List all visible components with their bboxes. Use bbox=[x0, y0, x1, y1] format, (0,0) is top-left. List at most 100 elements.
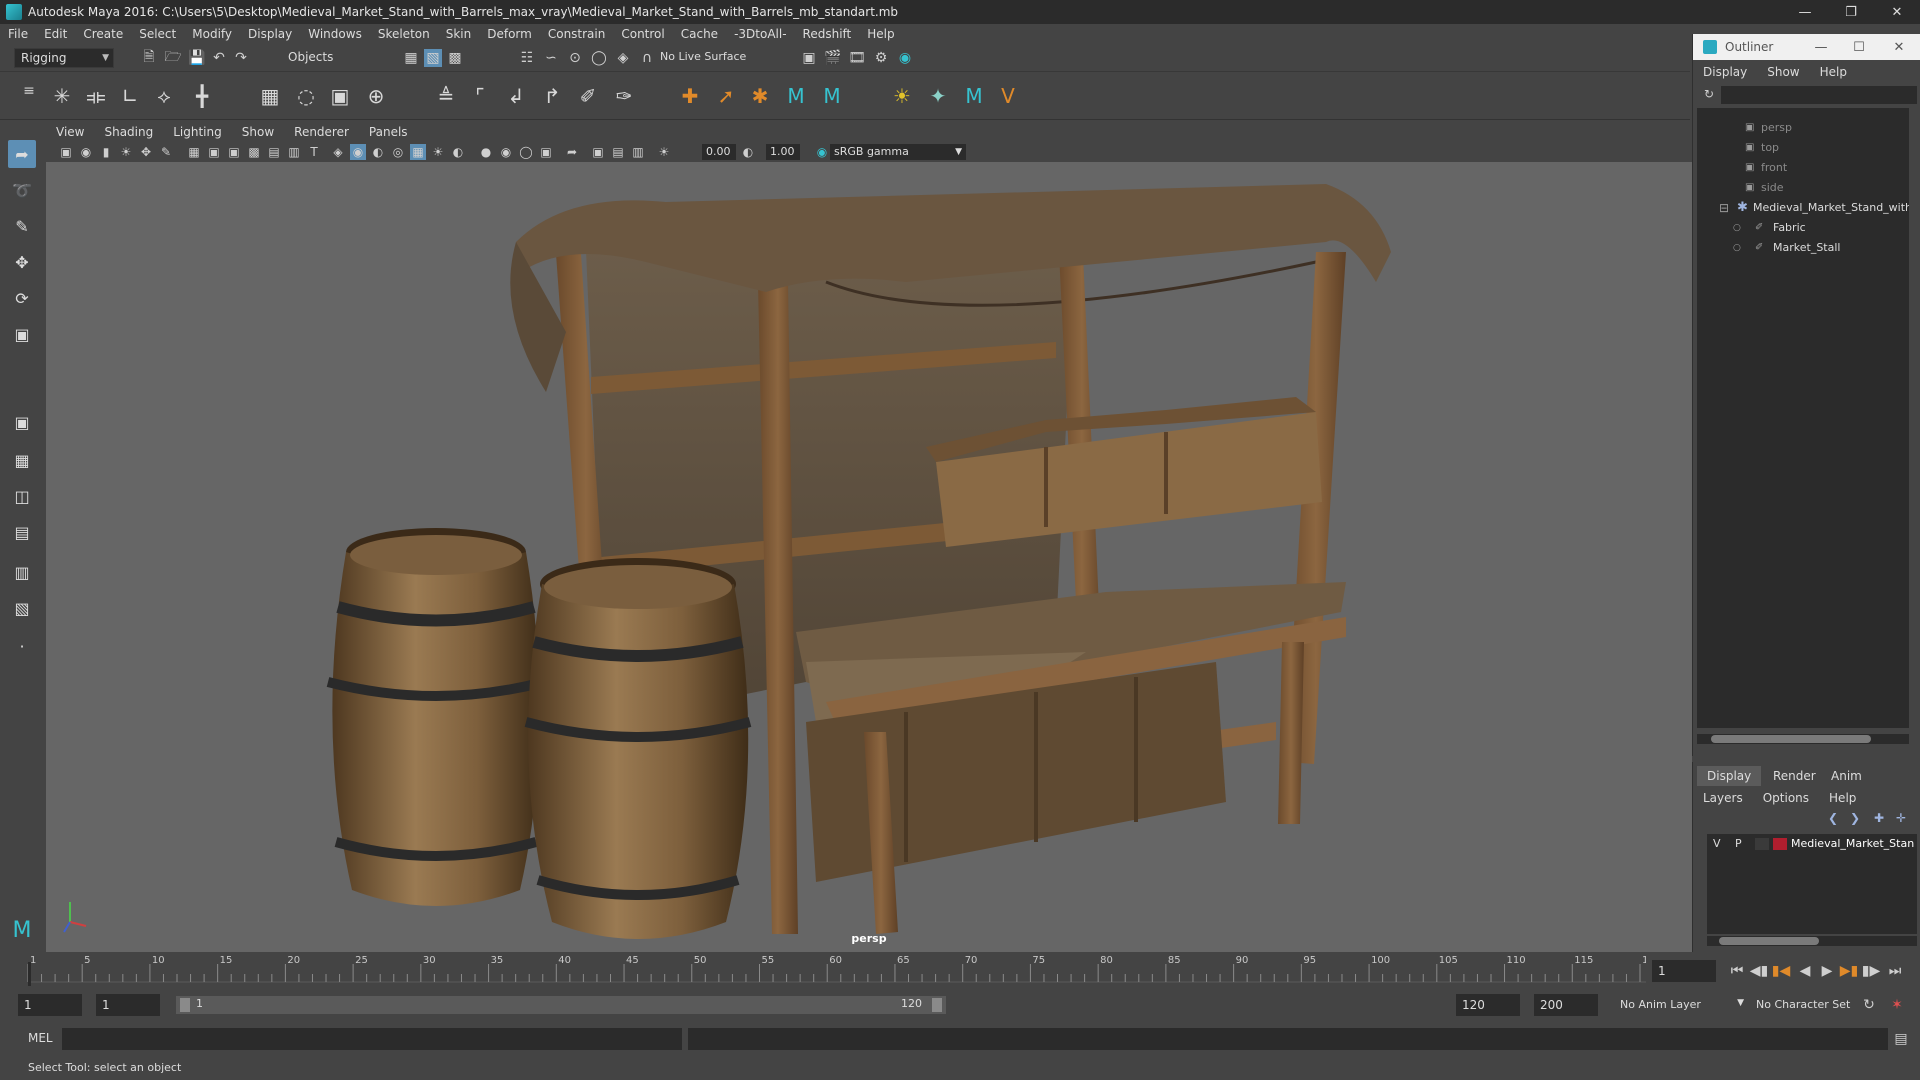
layer-playback-toggle[interactable]: P bbox=[1735, 834, 1742, 854]
layer-menu-layers[interactable]: Layers bbox=[1693, 791, 1753, 805]
isolate-select-icon[interactable]: ➦ bbox=[564, 144, 580, 160]
select-object-icon[interactable]: ▧ bbox=[424, 49, 442, 67]
time-slider[interactable]: 1 5 10 15 20 25 30 35 40 45 50 55 60 65 70 75 80 85 90 95 10… bbox=[0, 952, 1901, 988]
hypershade-layout-icon[interactable]: ▧ bbox=[8, 594, 36, 622]
menu-help[interactable]: Help bbox=[859, 27, 902, 41]
joint-tool-icon[interactable]: ✳ bbox=[48, 82, 76, 110]
outliner-item-fabric[interactable]: ○ ✐ Fabric bbox=[1697, 218, 1909, 238]
vp-menu-show[interactable]: Show bbox=[232, 125, 284, 139]
end-time-field[interactable]: 200 bbox=[1534, 994, 1598, 1016]
playback-start-field[interactable]: 1 bbox=[96, 994, 160, 1016]
tab-anim[interactable]: Anim bbox=[1821, 766, 1872, 786]
xray-joints-icon[interactable]: ▤ bbox=[610, 144, 626, 160]
vp-menu-view[interactable]: View bbox=[46, 125, 94, 139]
outliner-maximize-button[interactable]: ☐ bbox=[1843, 34, 1875, 60]
move-layer-up-icon[interactable]: ❮ bbox=[1825, 810, 1841, 826]
range-bar[interactable]: 1 120 bbox=[176, 996, 946, 1014]
smooth-shade-icon[interactable]: ◉ bbox=[350, 144, 366, 160]
start-time-field[interactable]: 1 bbox=[18, 994, 82, 1016]
gamma-icon[interactable]: ◐ bbox=[740, 144, 756, 160]
scrollbar-thumb[interactable] bbox=[1719, 937, 1819, 945]
outliner-list[interactable]: ▣ persp ▣ top ▣ front ▣ side ⊟ ✱ Medieva… bbox=[1697, 108, 1909, 728]
aim-constraint-icon[interactable]: ➚ bbox=[712, 82, 740, 110]
viewport-persp[interactable]: persp bbox=[46, 162, 1692, 952]
move-tool-icon[interactable]: ✥ bbox=[8, 248, 36, 276]
menu-display[interactable]: Display bbox=[240, 27, 300, 41]
rotate-tool-icon[interactable]: ⟳ bbox=[8, 284, 36, 312]
exposure-icon[interactable]: ☀ bbox=[656, 144, 672, 160]
step-back-frame-icon[interactable]: ◀▮ bbox=[1750, 962, 1768, 980]
mode-dropdown[interactable]: Rigging ▼ bbox=[14, 48, 114, 68]
move-layer-down-icon[interactable]: ❯ bbox=[1847, 810, 1863, 826]
layer-menu-help[interactable]: Help bbox=[1819, 791, 1866, 805]
menu-create[interactable]: Create bbox=[75, 27, 131, 41]
outliner-horizontal-scrollbar[interactable] bbox=[1697, 734, 1909, 744]
select-tool-icon[interactable]: ➦ bbox=[8, 140, 36, 168]
character-set-dropdown[interactable]: No Character Set bbox=[1756, 998, 1866, 1011]
3dtoall-icon-1[interactable]: M bbox=[782, 82, 810, 110]
restore-button[interactable]: ❐ bbox=[1828, 0, 1874, 24]
scale-tool-icon[interactable]: ▣ bbox=[8, 320, 36, 348]
go-to-start-icon[interactable]: ⏮ bbox=[1728, 962, 1746, 980]
3dtoall-icon-2[interactable]: M bbox=[818, 82, 846, 110]
close-button[interactable]: ✕ bbox=[1874, 0, 1920, 24]
outliner-item-persp[interactable]: ▣ persp bbox=[1697, 118, 1909, 138]
safe-action-icon[interactable]: ▥ bbox=[286, 144, 302, 160]
image-plane-icon[interactable]: ☀ bbox=[118, 144, 134, 160]
menu-edit[interactable]: Edit bbox=[36, 27, 75, 41]
step-back-key-icon[interactable]: ▮◀ bbox=[1772, 962, 1790, 980]
anim-layer-dropdown[interactable]: No Anim Layer ▼ bbox=[1620, 998, 1744, 1011]
scrollbar-thumb[interactable] bbox=[1711, 735, 1871, 743]
shadows-icon[interactable]: ◐ bbox=[450, 144, 466, 160]
outliner-minimize-button[interactable]: — bbox=[1805, 34, 1837, 60]
redshift-render-icon[interactable]: ✦ bbox=[924, 82, 952, 110]
minimize-button[interactable]: — bbox=[1782, 0, 1828, 24]
playback-end-field[interactable]: 120 bbox=[1456, 994, 1520, 1016]
shelf-menu-icon[interactable]: ≡ bbox=[20, 82, 38, 100]
play-backwards-icon[interactable]: ◀ bbox=[1796, 962, 1814, 980]
side-by-side-icon[interactable]: ◫ bbox=[8, 482, 36, 510]
anti-aliasing-icon[interactable]: ◯ bbox=[518, 144, 534, 160]
new-layer-icon[interactable]: ✚ bbox=[1871, 810, 1887, 826]
ik-handle-icon[interactable]: ⟚ bbox=[82, 82, 110, 110]
menu-3dtoall[interactable]: -3DtoAll- bbox=[726, 27, 794, 41]
grid-icon[interactable]: ▦ bbox=[186, 144, 202, 160]
outliner-item-side[interactable]: ▣ side bbox=[1697, 178, 1909, 198]
select-hierarchy-icon[interactable]: ▦ bbox=[402, 49, 420, 67]
paint-select-icon[interactable]: ✎ bbox=[8, 212, 36, 240]
outliner-close-button[interactable]: ✕ bbox=[1883, 34, 1915, 60]
layer-type-toggle[interactable] bbox=[1755, 838, 1769, 850]
layer-horizontal-scrollbar[interactable] bbox=[1707, 936, 1917, 946]
menu-control[interactable]: Control bbox=[613, 27, 672, 41]
lattice-icon[interactable]: ◌ bbox=[292, 82, 320, 110]
menu-cache[interactable]: Cache bbox=[673, 27, 726, 41]
motion-blur-icon[interactable]: ◉ bbox=[498, 144, 514, 160]
snap-curve-icon[interactable]: ∽ bbox=[542, 49, 560, 67]
menu-skeleton[interactable]: Skeleton bbox=[370, 27, 438, 41]
exposure-field[interactable]: 0.00 bbox=[702, 144, 736, 160]
vp-menu-shading[interactable]: Shading bbox=[94, 125, 163, 139]
menu-redshift[interactable]: Redshift bbox=[795, 27, 860, 41]
range-end-handle[interactable] bbox=[932, 998, 942, 1012]
outliner-menu-display[interactable]: Display bbox=[1693, 65, 1757, 79]
grease-pencil-icon[interactable]: ✎ bbox=[158, 144, 174, 160]
safe-title-icon[interactable]: T bbox=[306, 144, 322, 160]
orient-constraint-icon[interactable]: ✱ bbox=[746, 82, 774, 110]
current-time-marker[interactable] bbox=[28, 962, 31, 986]
mirror-joint-icon[interactable]: ╋ bbox=[188, 82, 216, 110]
undo-icon[interactable]: ↶ bbox=[210, 49, 228, 67]
menu-file[interactable]: File bbox=[0, 27, 36, 41]
time-ruler[interactable]: 1 5 10 15 20 25 30 35 40 45 50 55 60 65 70 75 80 85 90 95 10… bbox=[0, 952, 1646, 988]
script-editor-icon[interactable]: ▤ bbox=[1892, 1030, 1910, 1048]
copy-weights-icon[interactable]: ✐ bbox=[574, 82, 602, 110]
layer-color-swatch[interactable] bbox=[1773, 838, 1787, 850]
four-view-icon[interactable]: ▦ bbox=[8, 446, 36, 474]
snap-point-icon[interactable]: ⊙ bbox=[566, 49, 584, 67]
go-to-end-icon[interactable]: ⏭ bbox=[1886, 962, 1904, 980]
single-view-icon[interactable]: ▣ bbox=[8, 408, 36, 436]
new-scene-icon[interactable]: 🗎 bbox=[140, 49, 158, 67]
layer-visibility-toggle[interactable]: V bbox=[1713, 834, 1721, 854]
redshift-camera-icon[interactable]: V bbox=[994, 82, 1022, 110]
persp-graph-icon[interactable]: ▥ bbox=[8, 558, 36, 586]
live-surface-label[interactable]: No Live Surface bbox=[660, 50, 746, 63]
